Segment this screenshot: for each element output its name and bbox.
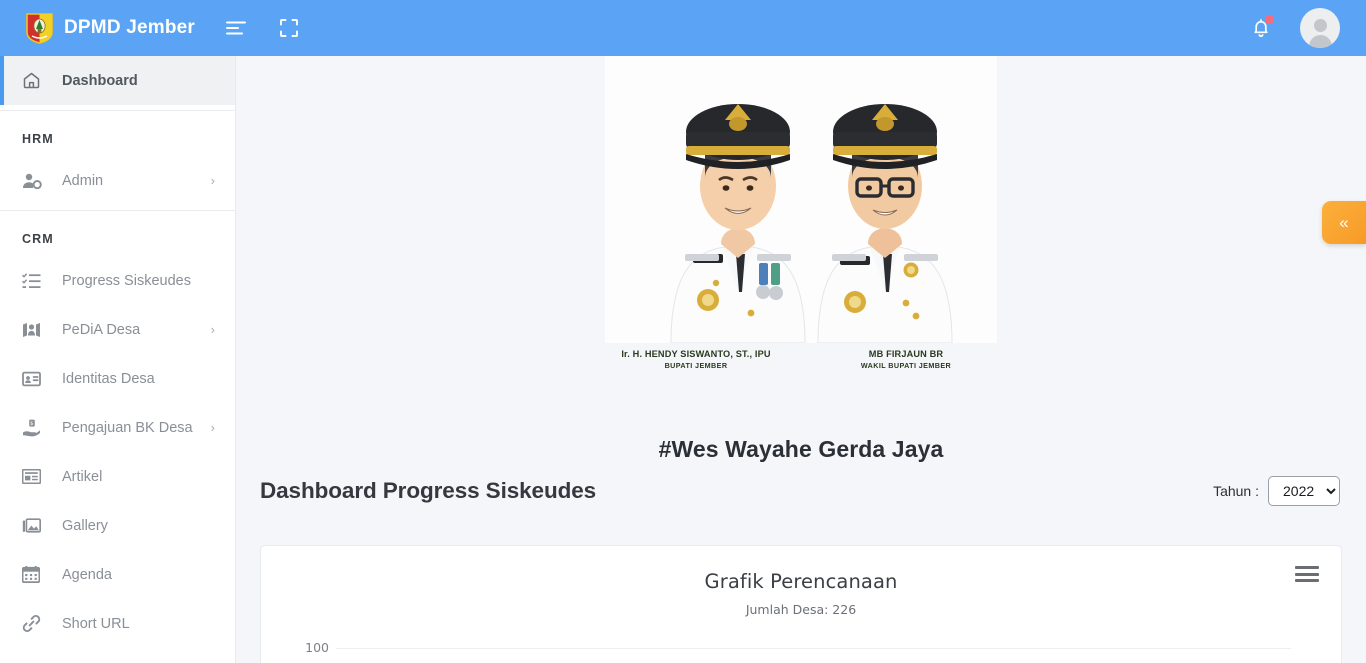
sidebar-item-agenda[interactable]: Agenda bbox=[0, 550, 235, 599]
sidebar-item-label: Admin bbox=[62, 172, 104, 189]
avatar-head-shape bbox=[1313, 19, 1327, 32]
bupati-figure bbox=[670, 104, 806, 343]
sidebar-item-identitas-desa[interactable]: Identitas Desa bbox=[0, 354, 235, 403]
banner-tagline: #Wes Wayahe Gerda Jaya bbox=[658, 436, 944, 462]
brand[interactable]: DPMD Jember bbox=[0, 12, 212, 44]
wakil-bupati-figure bbox=[817, 104, 953, 343]
page-title: Dashboard Progress Siskeudes bbox=[260, 478, 597, 503]
chart-menu-icon[interactable] bbox=[1295, 564, 1319, 584]
chart-title: Grafik Perencanaan bbox=[704, 570, 898, 593]
sidebar-item-label: Artikel bbox=[62, 468, 103, 485]
leader-banner: Ir. H. HENDY SISWANTO, ST., IPU BUPATI J… bbox=[236, 56, 1366, 462]
avatar[interactable] bbox=[1300, 8, 1340, 48]
sidebar-item-label: Short URL bbox=[62, 615, 130, 632]
leader-left: Ir. H. HENDY SISWANTO, ST., IPU BUPATI J… bbox=[591, 348, 801, 371]
id-card-icon bbox=[22, 371, 46, 387]
fullscreen-icon[interactable] bbox=[270, 9, 308, 47]
sidebar-item-label: Pengajuan BK Desa bbox=[62, 419, 193, 436]
sidebar-item-label: Gallery bbox=[62, 517, 108, 534]
home-icon bbox=[22, 71, 46, 90]
year-filter-label: Tahun : bbox=[1213, 483, 1259, 499]
sidebar: Dashboard HRM Admin › CRM Progress Siske… bbox=[0, 56, 236, 663]
sidebar-item-label: Agenda bbox=[62, 566, 112, 583]
sidebar-item-short-url[interactable]: Short URL bbox=[0, 599, 235, 648]
sidebar-section-hrm: HRM bbox=[22, 132, 54, 146]
notification-bell-icon[interactable] bbox=[1244, 11, 1278, 45]
leader-left-role: BUPATI JEMBER bbox=[664, 361, 728, 370]
leader-left-name: Ir. H. HENDY SISWANTO, ST., IPU bbox=[621, 349, 771, 359]
page-header: Dashboard Progress Siskeudes Tahun : 202… bbox=[236, 476, 1366, 506]
menu-icon[interactable] bbox=[218, 9, 256, 47]
chart-plot-area: 1008088.5%82.3%72.12%74.34%67.1%68.14% bbox=[261, 634, 1343, 663]
avatar-body-shape bbox=[1308, 35, 1332, 48]
brand-title: DPMD Jember bbox=[64, 17, 196, 38]
collapse-panel-tab[interactable]: « bbox=[1322, 201, 1366, 244]
chart-header: Grafik Perencanaan Jumlah Desa: 226 bbox=[261, 546, 1341, 617]
sidebar-item-admin[interactable]: Admin › bbox=[0, 156, 235, 205]
top-navbar: DPMD Jember bbox=[0, 0, 1366, 56]
sidebar-item-pedia-desa[interactable]: PeDiA Desa › bbox=[0, 305, 235, 354]
topbar-actions bbox=[1244, 8, 1366, 48]
leader-right-name: MB FIRJAUN BR bbox=[868, 349, 944, 359]
sidebar-section-crm: CRM bbox=[22, 232, 54, 246]
year-select[interactable]: 2022202120202019 bbox=[1268, 476, 1340, 506]
svg-text:$: $ bbox=[30, 421, 33, 427]
chart-gridline bbox=[336, 648, 1291, 649]
sidebar-item-progress-siskeudes[interactable]: Progress Siskeudes bbox=[0, 256, 235, 305]
sidebar-item-label: PeDiA Desa bbox=[62, 321, 141, 338]
link-icon bbox=[22, 614, 46, 633]
chevron-right-icon: › bbox=[210, 173, 215, 188]
bupati-wakil-bupati-photo bbox=[605, 56, 997, 343]
checklist-icon bbox=[22, 272, 46, 290]
sidebar-item-artikel[interactable]: Artikel bbox=[0, 452, 235, 501]
main-content: Ir. H. HENDY SISWANTO, ST., IPU BUPATI J… bbox=[236, 56, 1366, 663]
sidebar-item-label: Dashboard bbox=[62, 72, 138, 89]
sidebar-item-label: Progress Siskeudes bbox=[62, 272, 191, 289]
double-chevron-left-icon: « bbox=[1339, 212, 1349, 232]
leader-right: MB FIRJAUN BR WAKIL BUPATI JEMBER bbox=[801, 348, 1011, 371]
user-settings-icon bbox=[22, 172, 46, 190]
leader-right-role: WAKIL BUPATI JEMBER bbox=[860, 361, 952, 370]
chevron-right-icon: › bbox=[210, 322, 215, 337]
sidebar-item-gallery[interactable]: Gallery bbox=[0, 501, 235, 550]
jember-coat-of-arms-logo bbox=[26, 12, 53, 44]
sidebar-item-dashboard[interactable]: Dashboard bbox=[0, 56, 235, 105]
hand-money-icon: $ bbox=[22, 419, 46, 437]
leader-names: Ir. H. HENDY SISWANTO, ST., IPU BUPATI J… bbox=[236, 348, 1366, 371]
sidebar-item-pengajuan-bk-desa[interactable]: $ Pengajuan BK Desa › bbox=[0, 403, 235, 452]
map-pin-user-icon bbox=[22, 321, 46, 339]
image-icon bbox=[22, 517, 46, 534]
sidebar-item-label: Identitas Desa bbox=[62, 370, 155, 387]
notification-badge-dot bbox=[1265, 15, 1274, 24]
year-filter: Tahun : 2022202120202019 bbox=[1213, 476, 1340, 506]
chart-subtitle: Jumlah Desa: 226 bbox=[745, 602, 857, 617]
chart-card: Grafik Perencanaan Jumlah Desa: 226 1008… bbox=[260, 545, 1342, 663]
article-icon bbox=[22, 469, 46, 484]
calendar-icon bbox=[22, 566, 46, 583]
chart-y-axis-tick: 100 bbox=[305, 640, 329, 655]
chevron-right-icon: › bbox=[210, 420, 215, 435]
